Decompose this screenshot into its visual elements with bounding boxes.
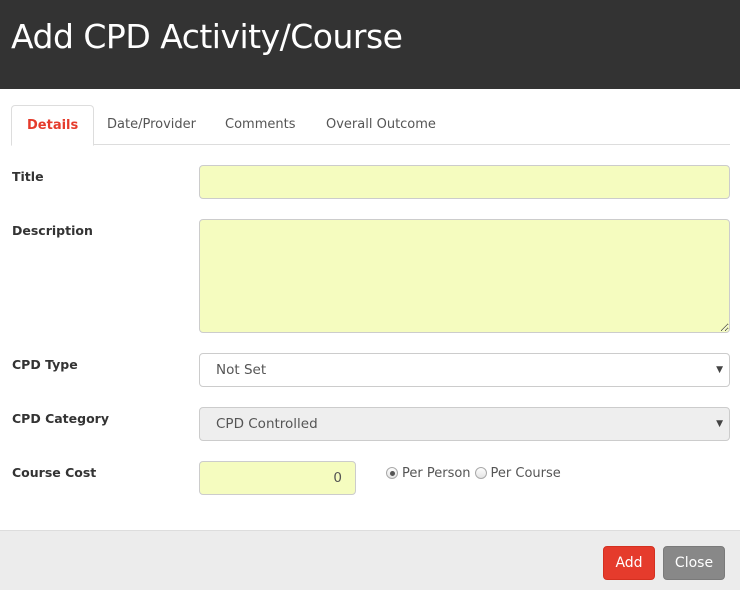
cpd-type-select[interactable]: Not Set ▼ (199, 353, 730, 387)
cpd-category-selected-value: CPD Controlled (216, 416, 318, 432)
add-button[interactable]: Add (603, 546, 655, 580)
chevron-down-icon: ▼ (716, 365, 723, 375)
dialog-header: Add CPD Activity/Course (0, 0, 740, 89)
description-label: Description (12, 223, 93, 238)
per-person-label[interactable]: Per Person (402, 466, 471, 481)
dialog-title: Add CPD Activity/Course (11, 17, 403, 56)
per-person-radio[interactable] (386, 467, 398, 479)
course-cost-label: Course Cost (12, 465, 97, 480)
description-textarea[interactable] (199, 219, 730, 333)
per-course-label[interactable]: Per Course (491, 466, 561, 481)
dialog-footer: Add Close (0, 530, 740, 590)
cpd-type-label: CPD Type (12, 357, 78, 372)
cpd-category-label: CPD Category (12, 411, 109, 426)
per-course-radio[interactable] (474, 467, 487, 479)
title-input[interactable] (199, 165, 730, 199)
tab-date-provider[interactable]: Date/Provider (107, 105, 196, 145)
course-cost-input[interactable]: 0 (199, 461, 356, 495)
close-button[interactable]: Close (663, 546, 725, 580)
tab-overall-outcome[interactable]: Overall Outcome (326, 105, 436, 145)
tab-comments[interactable]: Comments (225, 105, 295, 145)
cost-basis-radio-group: Per Person Per Course (386, 464, 565, 482)
cpd-type-selected-value: Not Set (216, 362, 267, 378)
tab-details[interactable]: Details (11, 105, 95, 146)
title-label: Title (12, 169, 44, 184)
cpd-category-select: CPD Controlled ▼ (199, 407, 730, 441)
chevron-down-icon: ▼ (716, 419, 723, 429)
tab-bar: Details Date/Provider Comments Overall O… (11, 105, 730, 146)
